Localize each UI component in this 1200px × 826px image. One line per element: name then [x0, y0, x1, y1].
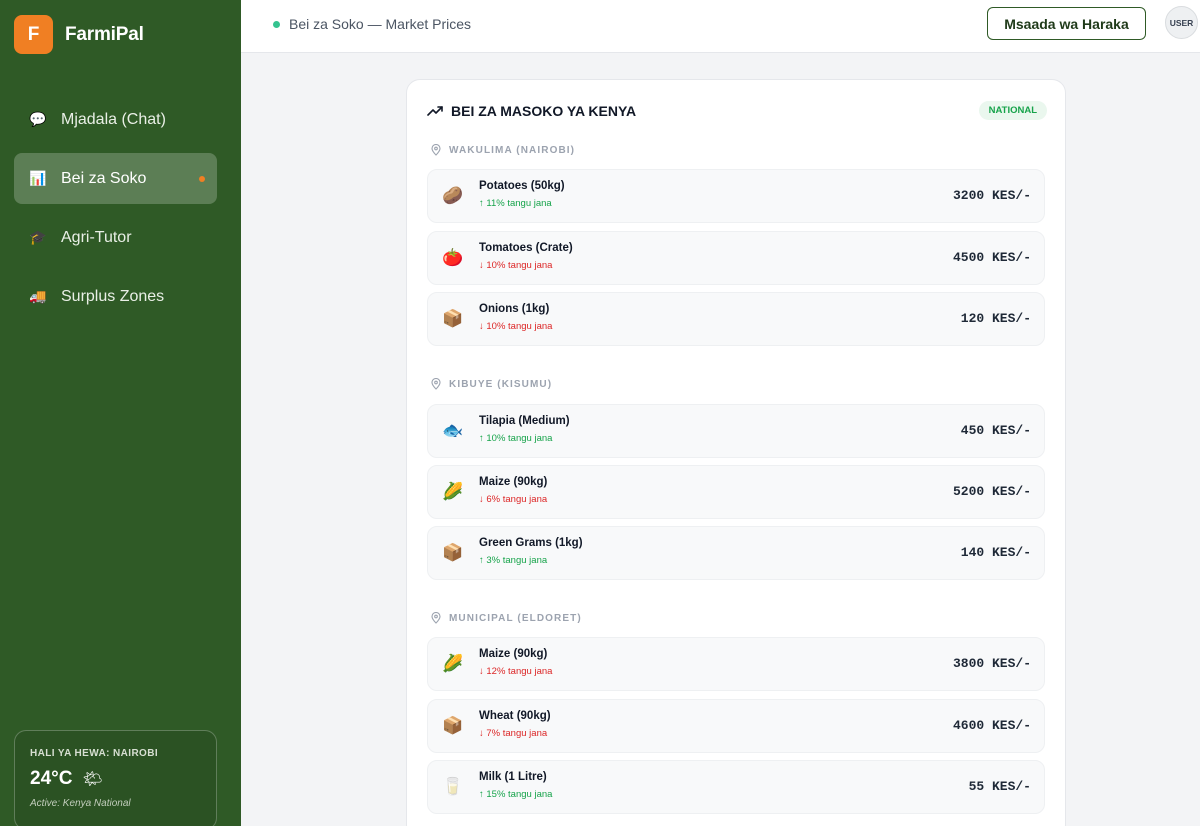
market-section-label: MUNICIPAL (ELDORET) — [431, 612, 582, 624]
market-prices-card: BEI ZA MASOKO YA KENYA NATIONAL WAKULIMA… — [406, 79, 1066, 826]
card-header: BEI ZA MASOKO YA KENYA NATIONAL — [427, 100, 1047, 122]
breadcrumb: Bei za Soko — Market Prices — [273, 16, 471, 32]
weather-temperature: 24°C — [30, 768, 73, 789]
price-change: ↑ 11% tangu jana — [479, 198, 552, 209]
map-pin-icon — [431, 144, 441, 156]
commodity-name: Milk (1 Litre) — [479, 771, 547, 783]
commodity-price: 140 KES/- — [960, 545, 1031, 560]
sun-behind-cloud-icon: 🌤 — [82, 771, 103, 788]
price-change: ↑ 15% tangu jana — [479, 789, 553, 800]
commodity-name: Tilapia (Medium) — [479, 415, 570, 427]
price-row[interactable]: 🥔 Potatoes (50kg) ↑ 11% tangu jana 3200 … — [427, 169, 1045, 223]
status-dot — [273, 20, 280, 28]
commodity-name: Maize (90kg) — [479, 648, 548, 660]
weather-title: HALI YA HEWA: NAIROBI — [30, 748, 159, 759]
sidebar-item-label: Bei za Soko — [61, 169, 147, 187]
commodity-price: 3800 KES/- — [952, 656, 1031, 671]
commodity-name: Wheat (90kg) — [479, 710, 551, 722]
section-label-text: MUNICIPAL (ELDORET) — [449, 612, 582, 624]
price-row[interactable]: 📦 Wheat (90kg) ↓ 7% tangu jana 4600 KES/… — [427, 699, 1045, 753]
top-header: Bei za Soko — Market Prices Msaada wa Ha… — [241, 0, 1200, 53]
sidebar-nav: 💬 Mjadala (Chat) 📊 Bei za Soko 🎓 Agri-Tu… — [14, 94, 217, 330]
tomato-icon: 🍅 — [442, 248, 464, 267]
commodity-name: Tomatoes (Crate) — [479, 242, 573, 254]
bar-chart-icon: 📊 — [29, 170, 47, 186]
corn-icon: 🌽 — [442, 482, 464, 501]
card-title: BEI ZA MASOKO YA KENYA — [451, 103, 637, 119]
price-change: ↑ 10% tangu jana — [479, 433, 553, 444]
price-row[interactable]: 📦 Green Grams (1kg) ↑ 3% tangu jana 140 … — [427, 526, 1045, 580]
commodity-name: Maize (90kg) — [479, 476, 548, 488]
sidebar-item-label: Surplus Zones — [61, 287, 165, 305]
map-pin-icon — [431, 612, 441, 624]
brand[interactable]: F FarmiPal — [14, 15, 144, 54]
price-row[interactable]: 🥛 Milk (1 Litre) ↑ 15% tangu jana 55 KES… — [427, 760, 1045, 814]
market-section-label: KIBUYE (KISUMU) — [431, 378, 552, 390]
commodity-name: Potatoes (50kg) — [479, 180, 565, 192]
price-change: ↓ 6% tangu jana — [479, 494, 548, 505]
commodity-price: 5200 KES/- — [952, 484, 1031, 499]
commodity-price: 4600 KES/- — [952, 718, 1031, 733]
scope-badge: NATIONAL — [978, 101, 1047, 120]
commodity-price: 4500 KES/- — [952, 250, 1031, 265]
price-row[interactable]: 📦 Onions (1kg) ↓ 10% tangu jana 120 KES/… — [427, 292, 1045, 346]
price-row[interactable]: 🐟 Tilapia (Medium) ↑ 10% tangu jana 450 … — [427, 404, 1045, 458]
fish-icon: 🐟 — [442, 421, 464, 440]
brand-name: FarmiPal — [65, 23, 144, 45]
price-row[interactable]: 🌽 Maize (90kg) ↓ 6% tangu jana 5200 KES/… — [427, 465, 1045, 519]
package-icon: 📦 — [442, 543, 464, 562]
price-row[interactable]: 🍅 Tomatoes (Crate) ↓ 10% tangu jana 4500… — [427, 231, 1045, 285]
section-label-text: KIBUYE (KISUMU) — [449, 378, 553, 390]
commodity-name: Onions (1kg) — [479, 303, 550, 315]
sidebar-item-bei-za-soko[interactable]: 📊 Bei za Soko — [14, 153, 217, 204]
avatar[interactable]: USER — [1165, 6, 1198, 39]
trending-up-icon — [427, 106, 443, 116]
sidebar-item-label: Mjadala (Chat) — [61, 110, 166, 128]
commodity-name: Green Grams (1kg) — [479, 537, 583, 549]
corn-icon: 🌽 — [442, 654, 464, 673]
price-change: ↓ 12% tangu jana — [479, 666, 553, 677]
truck-icon: 🚚 — [29, 288, 47, 304]
price-change: ↓ 7% tangu jana — [479, 728, 548, 739]
commodity-price: 120 KES/- — [960, 311, 1031, 326]
package-icon: 📦 — [442, 309, 464, 328]
milk-glass-icon: 🥛 — [442, 777, 464, 796]
commodity-price: 450 KES/- — [960, 423, 1031, 438]
weather-active-region: Active: Kenya National — [30, 798, 131, 809]
sidebar: F FarmiPal 💬 Mjadala (Chat) 📊 Bei za Sok… — [0, 0, 241, 826]
active-indicator-dot — [199, 176, 205, 182]
map-pin-icon — [431, 378, 441, 390]
commodity-price: 55 KES/- — [968, 779, 1031, 794]
sidebar-item-chat[interactable]: 💬 Mjadala (Chat) — [14, 94, 217, 145]
sidebar-item-label: Agri-Tutor — [61, 228, 132, 246]
section-label-text: WAKULIMA (NAIROBI) — [449, 144, 576, 156]
price-change: ↑ 3% tangu jana — [479, 555, 548, 566]
price-change: ↓ 10% tangu jana — [479, 321, 553, 332]
sidebar-item-agri-tutor[interactable]: 🎓 Agri-Tutor — [14, 212, 217, 263]
page-title: Bei za Soko — Market Prices — [289, 16, 472, 32]
graduation-cap-icon: 🎓 — [29, 229, 47, 245]
weather-widget: HALI YA HEWA: NAIROBI 24°C 🌤 Active: Ken… — [14, 730, 217, 826]
market-section-label: WAKULIMA (NAIROBI) — [431, 144, 575, 156]
commodity-price: 3200 KES/- — [952, 188, 1031, 203]
chat-bubble-icon: 💬 — [29, 111, 47, 127]
package-icon: 📦 — [442, 716, 464, 735]
potato-icon: 🥔 — [442, 186, 464, 205]
sidebar-item-surplus-zones[interactable]: 🚚 Surplus Zones — [14, 271, 217, 322]
quick-help-button[interactable]: Msaada wa Haraka — [987, 7, 1146, 40]
price-row[interactable]: 🌽 Maize (90kg) ↓ 12% tangu jana 3800 KES… — [427, 637, 1045, 691]
brand-logo: F — [14, 15, 53, 54]
price-change: ↓ 10% tangu jana — [479, 260, 553, 271]
